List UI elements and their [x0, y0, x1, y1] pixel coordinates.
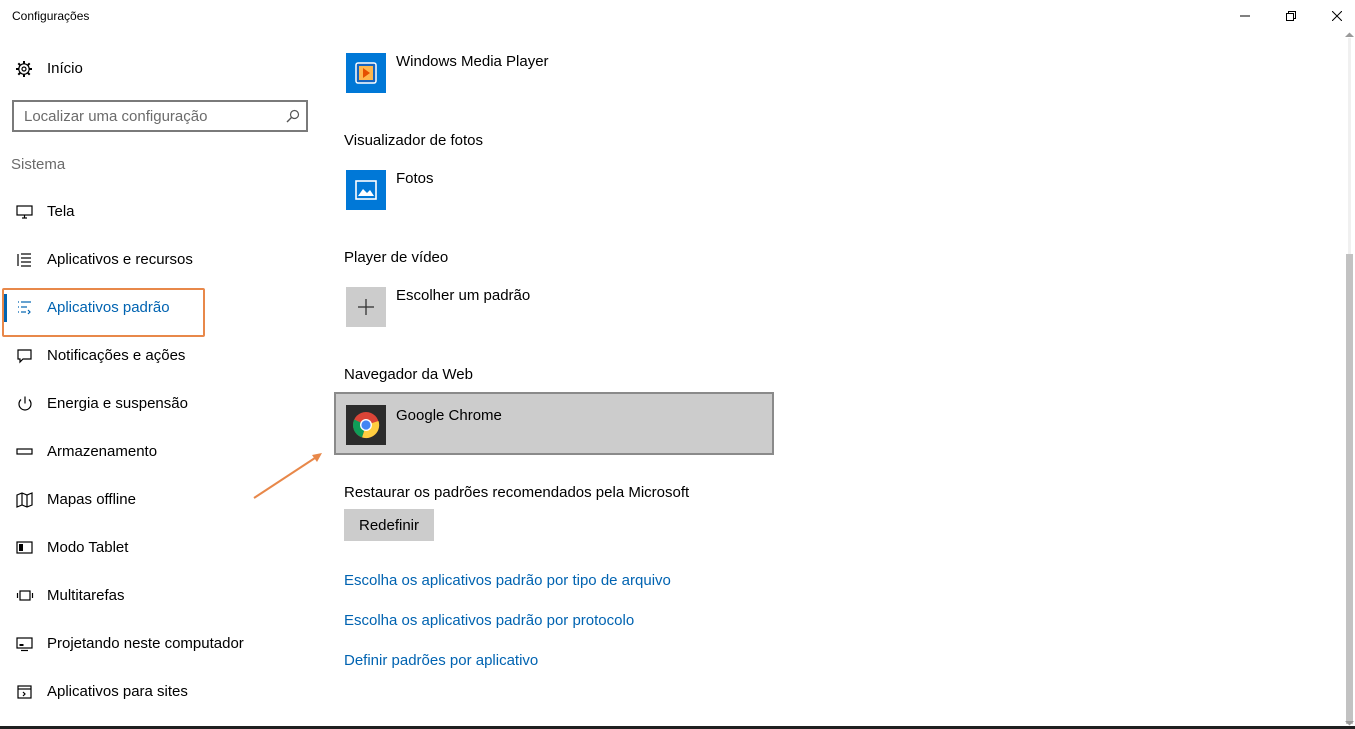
home-label: Início — [47, 60, 83, 77]
sidebar: Início Sistema Tela Aplicativos e recurs… — [0, 32, 320, 729]
map-icon — [15, 490, 35, 510]
choose-by-file-type-link[interactable]: Escolha os aplicativos padrão por tipo d… — [344, 572, 671, 589]
photo-app-button[interactable]: Fotos — [346, 170, 776, 210]
scroll-thumb[interactable] — [1346, 254, 1353, 724]
restore-button[interactable] — [1268, 0, 1314, 32]
sidebar-item-mapas-offline[interactable]: Mapas offline — [0, 478, 320, 522]
window-title: Configurações — [12, 9, 90, 23]
sidebar-item-multitarefas[interactable]: Multitarefas — [0, 574, 320, 618]
web-browser-button[interactable]: Google Chrome — [334, 392, 774, 455]
power-icon — [15, 394, 35, 414]
main-content: Windows Media Player Visualizador de fot… — [320, 32, 1335, 729]
sidebar-item-label: Modo Tablet — [47, 539, 129, 556]
video-app-name: Escolher um padrão — [396, 287, 531, 304]
set-defaults-by-app-link[interactable]: Definir padrões por aplicativo — [344, 652, 538, 669]
photos-icon — [346, 170, 386, 210]
sidebar-item-projetando[interactable]: Projetando neste computador — [0, 622, 320, 666]
music-app-name: Windows Media Player — [396, 53, 549, 70]
default-apps-icon — [15, 298, 35, 318]
monitor-icon — [15, 202, 35, 222]
sidebar-item-label: Notificações e ações — [47, 347, 186, 364]
video-app-button[interactable]: Escolher um padrão — [346, 287, 776, 327]
sidebar-item-label: Armazenamento — [47, 443, 158, 460]
sidebar-item-label: Aplicativos padrão — [47, 299, 170, 316]
search-box[interactable] — [12, 100, 308, 132]
sidebar-item-label: Energia e suspensão — [47, 395, 188, 412]
sidebar-item-label: Multitarefas — [47, 587, 125, 604]
tablet-icon — [15, 538, 35, 558]
chrome-icon — [346, 405, 386, 445]
sidebar-item-aplicativos-e-recursos[interactable]: Aplicativos e recursos — [0, 238, 320, 282]
restore-icon — [1286, 11, 1296, 21]
minimize-icon — [1240, 15, 1250, 17]
title-bar: Configurações — [0, 0, 1355, 32]
sidebar-item-label: Aplicativos para sites — [47, 683, 188, 700]
video-player-label: Player de vídeo — [344, 249, 449, 266]
reset-button[interactable]: Redefinir — [344, 509, 434, 541]
multitask-icon — [15, 586, 35, 606]
minimize-button[interactable] — [1222, 0, 1268, 32]
projecting-icon — [15, 634, 35, 654]
list-icon — [15, 250, 35, 270]
photo-viewer-label: Visualizador de fotos — [344, 132, 483, 149]
section-label: Sistema — [11, 156, 66, 173]
sidebar-item-energia[interactable]: Energia e suspensão — [0, 382, 320, 426]
plus-icon — [346, 287, 386, 327]
selected-indicator — [4, 294, 7, 322]
sidebar-item-aplicativos-padrao[interactable]: Aplicativos padrão — [0, 286, 320, 330]
windows-media-player-icon — [346, 53, 386, 93]
photo-app-name: Fotos — [396, 170, 434, 187]
choose-by-protocol-link[interactable]: Escolha os aplicativos padrão por protoc… — [344, 612, 634, 629]
sidebar-item-aplicativos-para-sites[interactable]: Aplicativos para sites — [0, 670, 320, 714]
gear-icon — [16, 61, 32, 77]
sidebar-item-armazenamento[interactable]: Armazenamento — [0, 430, 320, 474]
sidebar-item-notificacoes[interactable]: Notificações e ações — [0, 334, 320, 378]
close-button[interactable] — [1314, 0, 1355, 32]
sidebar-item-label: Aplicativos e recursos — [47, 251, 193, 268]
sidebar-item-label: Mapas offline — [47, 491, 136, 508]
music-app-button[interactable]: Windows Media Player — [346, 53, 776, 93]
home-link[interactable]: Início — [15, 58, 83, 80]
notification-icon — [15, 346, 35, 366]
storage-icon — [15, 442, 35, 462]
sidebar-item-label: Projetando neste computador — [47, 635, 244, 652]
scrollbar[interactable] — [1344, 32, 1355, 729]
sidebar-item-label: Tela — [47, 203, 75, 220]
close-icon — [1332, 11, 1342, 21]
restore-defaults-label: Restaurar os padrões recomendados pela M… — [344, 484, 690, 501]
web-browser-label: Navegador da Web — [344, 366, 473, 383]
sidebar-item-tela[interactable]: Tela — [0, 190, 320, 234]
search-icon[interactable] — [286, 109, 300, 123]
browser-app-name: Google Chrome — [396, 407, 502, 424]
sidebar-item-modo-tablet[interactable]: Modo Tablet — [0, 526, 320, 570]
search-input[interactable] — [14, 102, 274, 130]
apps-for-websites-icon — [15, 682, 35, 702]
